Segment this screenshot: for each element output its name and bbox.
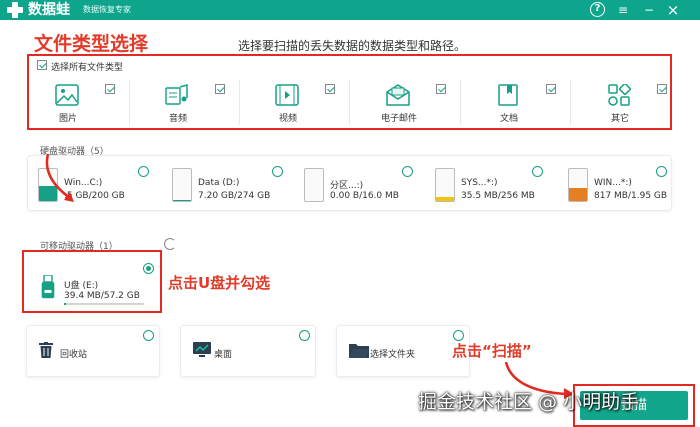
file-type-audio[interactable]: 音频 (148, 80, 240, 125)
usb-usage-bar (64, 303, 144, 305)
usb-drive-radio[interactable] (143, 263, 154, 274)
drive-d-radio[interactable] (272, 166, 283, 177)
select-all-checkbox[interactable] (37, 60, 47, 70)
app-subtitle: 数据恢复专家 (83, 5, 131, 14)
audio-icon (165, 84, 188, 105)
location-select-folder[interactable]: 选择文件夹 (336, 325, 470, 377)
file-type-label: 音频 (168, 114, 187, 124)
usb-drive-icon (41, 275, 55, 299)
drive-size: 0.00 B/16.0 MB (330, 191, 399, 201)
select-all-label: 选择所有文件类型 (51, 63, 124, 73)
help-icon[interactable]: ? (590, 2, 605, 17)
file-type-checkbox[interactable] (657, 84, 667, 94)
location-recycle-bin[interactable]: 回收站 (26, 325, 160, 377)
drive-size: 35.5 MB/256 MB (461, 191, 535, 201)
drive-name: 分区...:) (330, 181, 364, 191)
other-icon (608, 84, 631, 106)
drive-win-radio[interactable] (656, 166, 667, 177)
instruction-text: 选择要扫描的丢失数据的数据类型和路径。 (238, 39, 467, 53)
file-type-label: 其它 (610, 114, 629, 124)
desktop-icon (193, 342, 211, 357)
drive-win[interactable]: WIN...*:) 817 MB/1.95 GB (568, 166, 668, 206)
watermark: 掘金技术社区 @ 小明助手 (418, 391, 640, 413)
file-type-image[interactable]: 图片 (38, 80, 130, 125)
refresh-icon[interactable] (164, 238, 176, 250)
location-label: 选择文件夹 (370, 350, 416, 360)
drive-size: 817 MB/1.95 GB (594, 191, 668, 201)
file-type-checkbox[interactable] (215, 84, 225, 94)
file-type-checkbox[interactable] (325, 84, 335, 94)
usb-drive-name: U盘 (E:) (64, 281, 99, 291)
file-type-checkbox[interactable] (105, 84, 115, 94)
file-type-label: 文档 (499, 114, 518, 124)
file-type-label: 图片 (58, 114, 77, 124)
annotation-arrow-icon (45, 153, 74, 202)
drive-usage-fill (436, 196, 454, 201)
disk-icon (568, 168, 588, 202)
location-desktop[interactable]: 桌面 (180, 325, 316, 377)
drive-c-radio[interactable] (138, 166, 149, 177)
recycle-bin-radio[interactable] (143, 330, 154, 341)
drive-size: 7.20 GB/274 GB (198, 191, 271, 201)
usb-drive-size: 39.4 MB/57.2 GB (64, 291, 140, 301)
email-icon (386, 84, 410, 106)
drive-usage-fill (173, 200, 191, 201)
file-type-email[interactable]: 电子邮件 (369, 80, 461, 125)
drive-name: Data (D:) (198, 178, 240, 188)
drive-partition-radio[interactable] (402, 166, 413, 177)
location-label: 桌面 (214, 350, 233, 360)
usb-annotation: 点击U盘并勾选 (168, 274, 271, 292)
folder-icon (349, 344, 369, 358)
title-bar: 数据蛙 数据恢复专家 ? ≡ − × (0, 0, 700, 20)
file-type-checkbox[interactable] (436, 84, 446, 94)
file-type-checkbox[interactable] (546, 84, 556, 94)
file-type-label: 电子邮件 (380, 114, 417, 124)
disk-icon (172, 168, 192, 202)
video-icon (275, 84, 299, 106)
image-icon (55, 84, 79, 106)
desktop-radio[interactable] (299, 330, 310, 341)
file-types-annotation: 文件类型选择 (34, 33, 149, 55)
file-type-video[interactable]: 视频 (258, 80, 350, 125)
file-type-other[interactable]: 其它 (590, 80, 682, 125)
app-name: 数据蛙 (28, 2, 70, 18)
recycle-bin-icon (39, 342, 53, 358)
drive-name: SYS...*:) (461, 178, 498, 188)
disk-icon (304, 168, 324, 202)
usb-usage-fill (64, 303, 66, 305)
document-icon (498, 84, 518, 106)
file-type-label: 视频 (278, 114, 297, 124)
drive-sys-radio[interactable] (532, 166, 543, 177)
close-icon[interactable]: × (664, 1, 682, 19)
app-logo-icon (6, 1, 24, 19)
drive-usage-fill (569, 187, 587, 201)
location-label: 回收站 (60, 350, 88, 360)
disk-icon (435, 168, 455, 202)
menu-icon[interactable]: ≡ (614, 1, 632, 19)
file-type-document[interactable]: 文档 (479, 80, 571, 125)
drive-name: WIN...*:) (594, 178, 632, 188)
minimize-icon[interactable]: − (640, 1, 658, 19)
